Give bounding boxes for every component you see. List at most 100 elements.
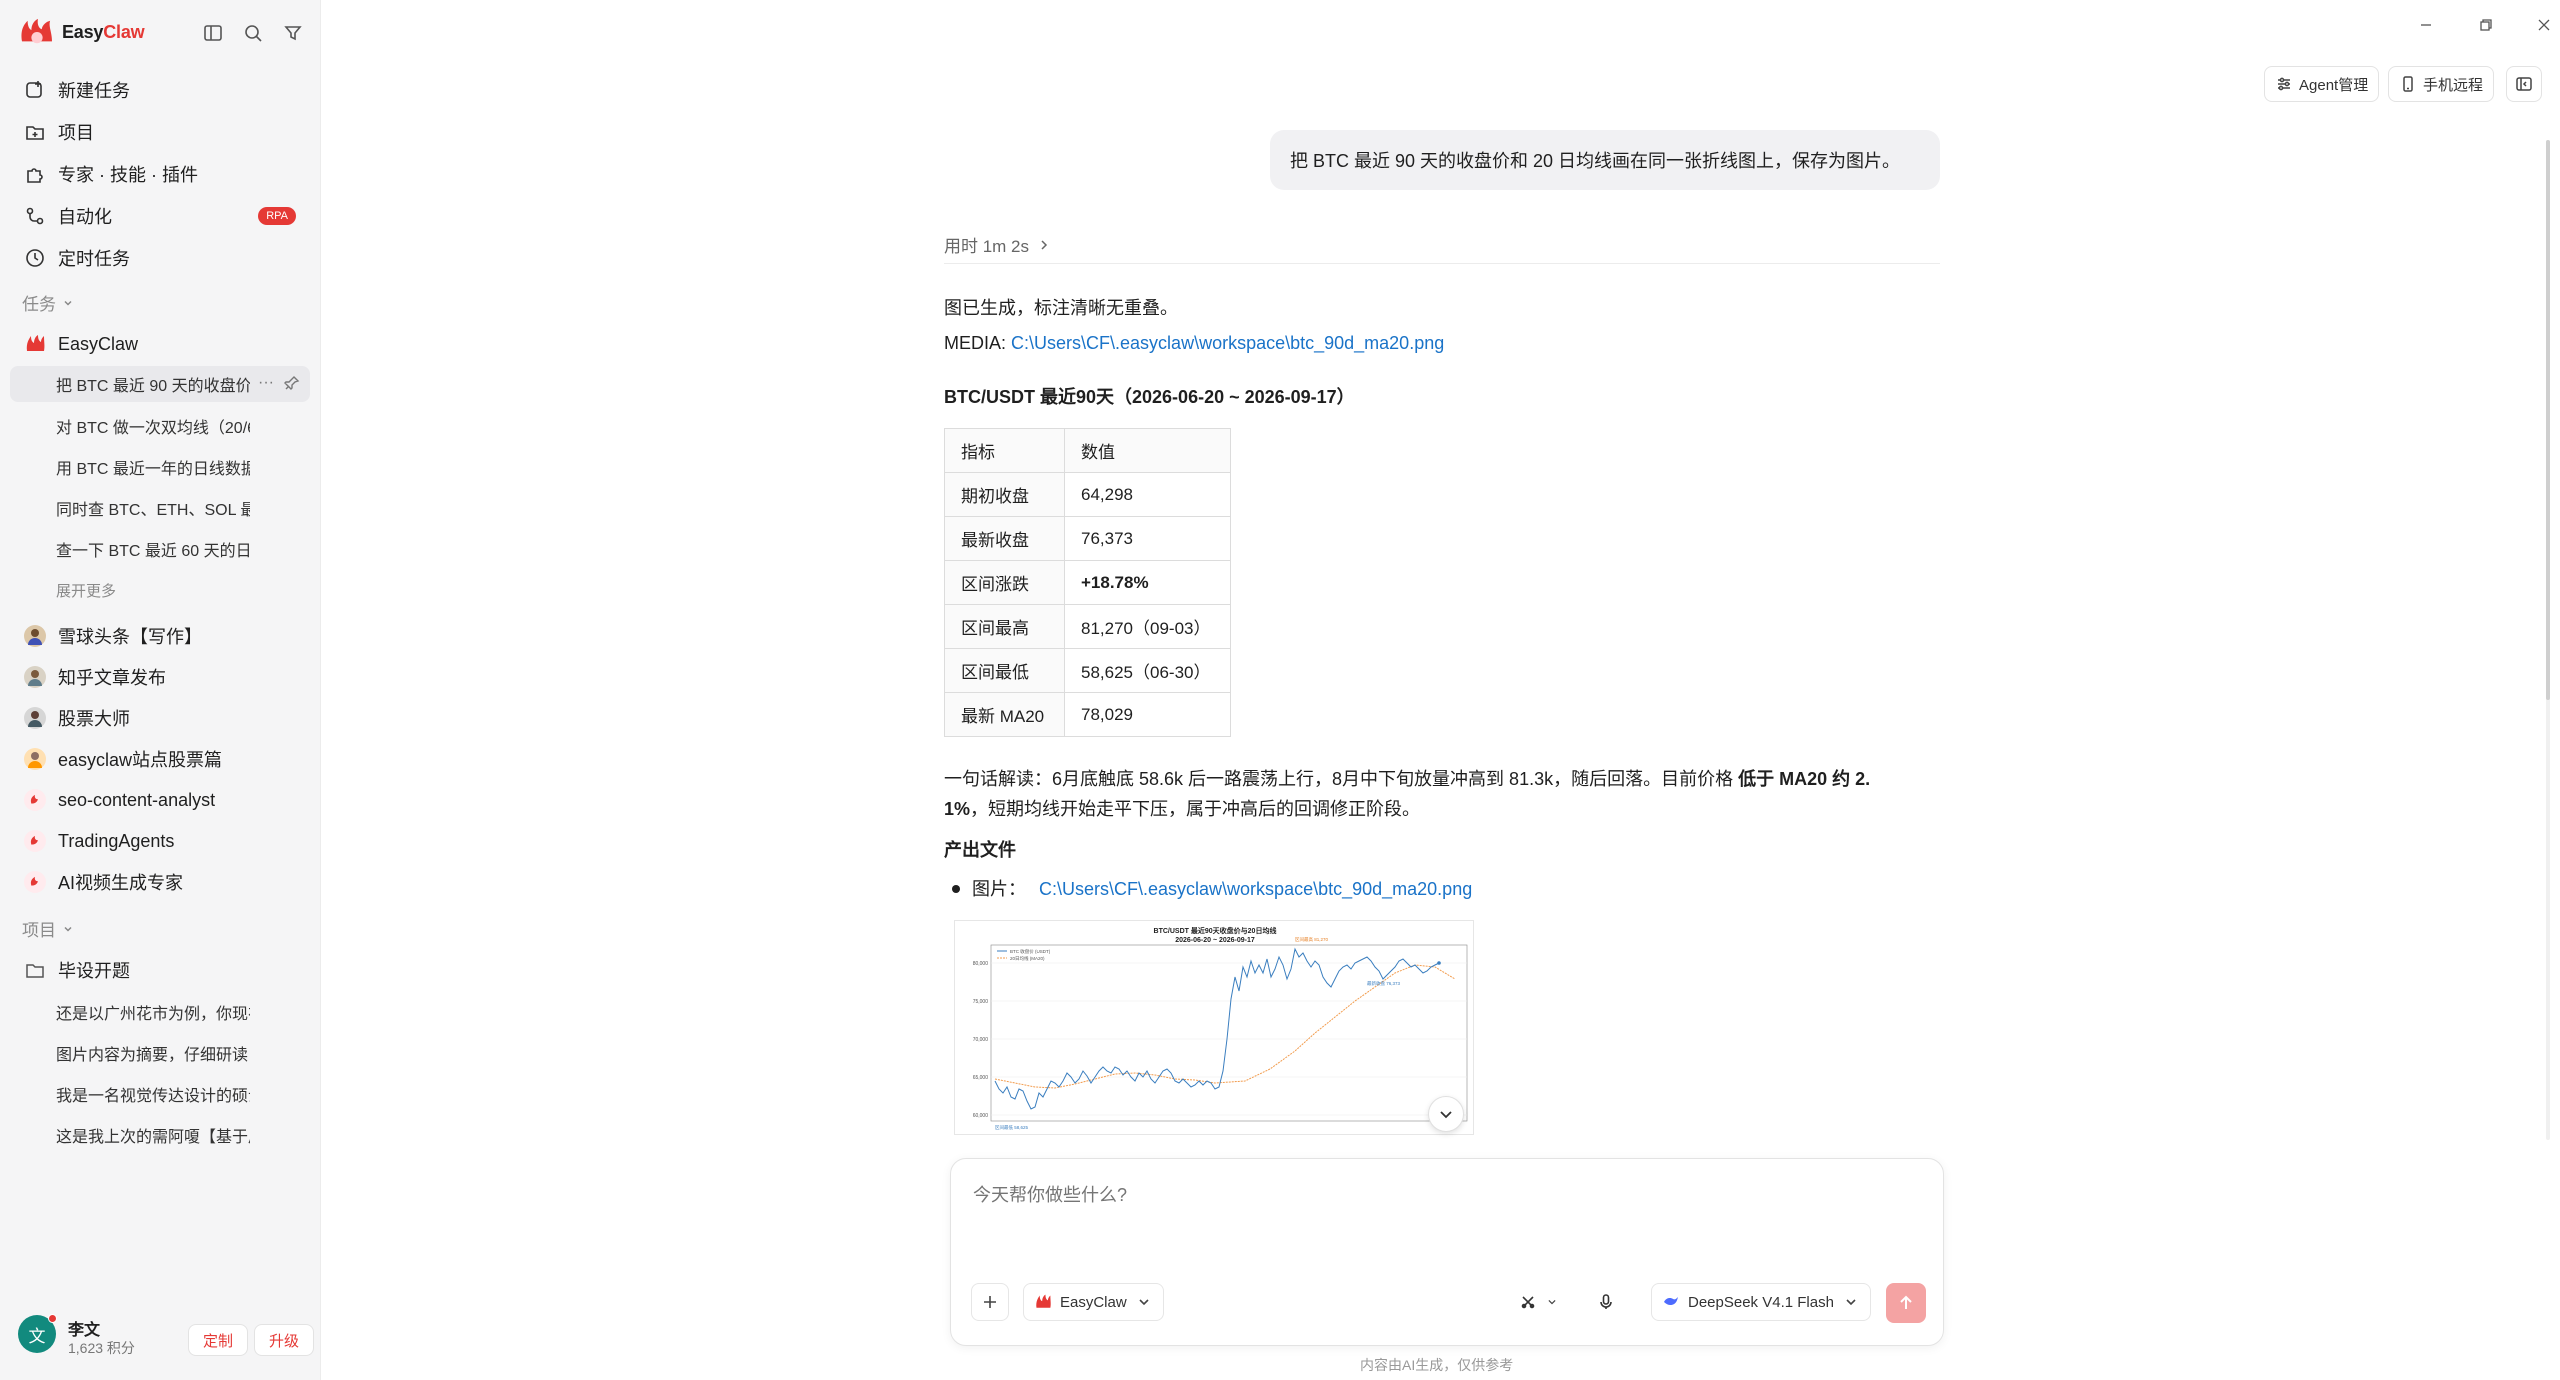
- y-tick: 80,000: [973, 961, 989, 967]
- group-label: EasyClaw: [58, 333, 139, 354]
- project-item[interactable]: 图片内容为摘要，仔细研读，仿照: [10, 1035, 310, 1071]
- task-group-easyclaw[interactable]: EasyClaw: [14, 326, 310, 362]
- upgrade-button[interactable]: 升级: [254, 1324, 315, 1356]
- agent-label: 股票大师: [58, 709, 130, 729]
- chevron-down-icon: [64, 926, 72, 932]
- tasks-section-header[interactable]: 任务: [22, 290, 74, 315]
- tools-button[interactable]: [1513, 1283, 1565, 1321]
- project-item[interactable]: 这是我上次的需阿嗄【基于皮尔斯: [10, 1117, 310, 1153]
- annotation-last: 最新收盘 76,373: [1367, 980, 1401, 987]
- summary-part: 一句话解读：6月底触底 58.6k 后一路震荡上行，8月中下旬放量冲高到 81.…: [944, 769, 1739, 789]
- agent-item[interactable]: AI视频生成专家: [14, 864, 310, 900]
- project-label: 图片内容为摘要，仔细研读，仿照: [56, 1047, 250, 1064]
- phone-icon: [2403, 76, 2413, 92]
- agent-label: 知乎文章发布: [58, 668, 166, 688]
- task-item-active[interactable]: 把 BTC 最近 90 天的收盘价 ···: [10, 366, 310, 402]
- plus-icon: [984, 1296, 996, 1308]
- user-points: 1,623 积分: [68, 1340, 135, 1356]
- table-row: 期初收盘 64,298: [944, 472, 1231, 517]
- elapsed-toggle[interactable]: 用时 1m 2s: [944, 232, 1051, 257]
- agent-manage-button[interactable]: Agent管理: [2264, 66, 2380, 102]
- restore-icon[interactable]: [2472, 14, 2500, 36]
- agent-item[interactable]: 雪球头条【写作】: [14, 618, 310, 654]
- table-row: 区间最高 81,270（09-03）: [944, 604, 1231, 649]
- nav-projects[interactable]: 项目: [14, 114, 310, 150]
- customize-button[interactable]: 定制: [188, 1324, 249, 1356]
- agent-label: TradingAgents: [58, 830, 175, 851]
- section-title: 项目: [22, 921, 56, 940]
- project-label: 这是我上次的需阿嗄【基于皮尔斯: [56, 1129, 250, 1146]
- annotation-high: 区间最高 81,270: [1295, 936, 1329, 943]
- project-item[interactable]: 还是以广州花市为例，你现在要做: [10, 994, 310, 1030]
- task-item[interactable]: 查一下 BTC 最近 60 天的日线行情: [10, 531, 310, 567]
- automation-icon: [26, 207, 44, 225]
- send-button[interactable]: [1886, 1283, 1926, 1323]
- task-item[interactable]: 同时查 BTC、ETH、SOL 最近 30 天: [10, 490, 310, 526]
- table-cell: +18.78%: [1064, 560, 1231, 605]
- more-dots-icon[interactable]: ···: [258, 374, 274, 392]
- agent-item[interactable]: 股票大师: [14, 700, 310, 736]
- media-label: MEDIA:: [944, 333, 1007, 353]
- nav-new-task[interactable]: 新建任务: [14, 72, 310, 108]
- agent-item[interactable]: TradingAgents: [14, 823, 310, 859]
- project-label: 还是以广州花市为例，你现在要做: [56, 1006, 250, 1023]
- divider: [944, 263, 1940, 264]
- agent-item[interactable]: 知乎文章发布: [14, 659, 310, 695]
- show-more-link[interactable]: 展开更多: [56, 580, 116, 601]
- nav-automation[interactable]: 自动化 RPA: [14, 198, 310, 234]
- scroll-to-bottom-button[interactable]: [1428, 1096, 1464, 1132]
- claw-logo-icon: [21, 18, 52, 44]
- task-item[interactable]: 对 BTC 做一次双均线（20/60）回: [10, 408, 310, 444]
- arrow-up-icon: [1900, 1295, 1912, 1309]
- claw-logo-icon: [1036, 1294, 1051, 1308]
- agent-label: seo-content-analyst: [58, 789, 216, 810]
- projects-section-header[interactable]: 项目: [22, 916, 74, 941]
- outputs-title: 产出文件: [944, 840, 1016, 860]
- table-cell: 最新收盘: [944, 516, 1065, 561]
- search-icon[interactable]: [240, 20, 266, 46]
- chart-thumbnail[interactable]: BTC/USDT 最近90天收盘价与20日均线 2026-06-20 ~ 202…: [954, 920, 1474, 1135]
- summary-part: ，短期均线开始走平下压，属于冲高后的回调修正阶段。: [970, 799, 1421, 819]
- deepseek-icon: [1664, 1297, 1678, 1306]
- task-item[interactable]: 用 BTC 最近一年的日线数据，算出: [10, 449, 310, 485]
- table-cell: 64,298: [1064, 472, 1231, 517]
- chart-svg: BTC/USDT 最近90天收盘价与20日均线 2026-06-20 ~ 202…: [973, 926, 1468, 1131]
- agent-item[interactable]: seo-content-analyst: [14, 782, 310, 818]
- attach-button[interactable]: [971, 1283, 1009, 1321]
- brand[interactable]: EasyClaw: [18, 15, 145, 49]
- toggle-sidebar-icon[interactable]: [200, 20, 226, 46]
- pin-icon[interactable]: [284, 375, 300, 391]
- table-row: 区间最低 58,625（06-30）: [944, 648, 1231, 693]
- scrollbar-thumb[interactable]: [2546, 140, 2550, 700]
- toggle-panel-button[interactable]: [2506, 66, 2542, 102]
- model-selector[interactable]: DeepSeek V4.1 Flash: [1651, 1283, 1871, 1321]
- rpa-badge: RPA: [258, 207, 296, 225]
- sliders-icon: [2278, 77, 2290, 91]
- message-input[interactable]: [971, 1179, 1921, 1259]
- table-header-cell: 指标: [944, 428, 1065, 473]
- nav-experts[interactable]: 专家 · 技能 · 插件: [14, 156, 310, 192]
- user-message: 把 BTC 最近 90 天的收盘价和 20 日均线画在同一张折线图上，保存为图片…: [1270, 130, 1940, 190]
- task-label: 把 BTC 最近 90 天的收盘价: [56, 378, 250, 395]
- table-cell: 76,373: [1064, 516, 1231, 561]
- nav-scheduled[interactable]: 定时任务: [14, 240, 310, 276]
- output-link[interactable]: C:\Users\CF\.easyclaw\workspace\btc_90d_…: [1039, 879, 1472, 899]
- list-bullet: [952, 885, 960, 893]
- agent-item[interactable]: easyclaw站点股票篇: [14, 741, 310, 777]
- media-link[interactable]: C:\Users\CF\.easyclaw\workspace\btc_90d_…: [1011, 333, 1444, 353]
- project-folder[interactable]: 毕设开题: [14, 952, 310, 988]
- mobile-remote-button[interactable]: 手机远程: [2388, 66, 2495, 102]
- table-row: 最新收盘 76,373: [944, 516, 1231, 561]
- chart-subtitle: 2026-06-20 ~ 2026-09-17: [1175, 937, 1255, 944]
- filter-icon[interactable]: [280, 20, 306, 46]
- agent-label: 雪球头条【写作】: [58, 627, 202, 647]
- close-icon[interactable]: [2530, 14, 2558, 36]
- legend-item: 20日均线 (MA20): [1010, 955, 1045, 962]
- minimize-icon[interactable]: [2412, 14, 2440, 36]
- project-item[interactable]: 我是一名视觉传达设计的硕士研究: [10, 1076, 310, 1112]
- folder-icon: [26, 126, 44, 140]
- agent-selector[interactable]: EasyClaw: [1023, 1283, 1164, 1321]
- button-label: 手机远程: [2423, 76, 2484, 94]
- user-bar: 文 李文 1,623 积分 定制 升级: [0, 1300, 320, 1380]
- voice-button[interactable]: [1591, 1283, 1621, 1321]
